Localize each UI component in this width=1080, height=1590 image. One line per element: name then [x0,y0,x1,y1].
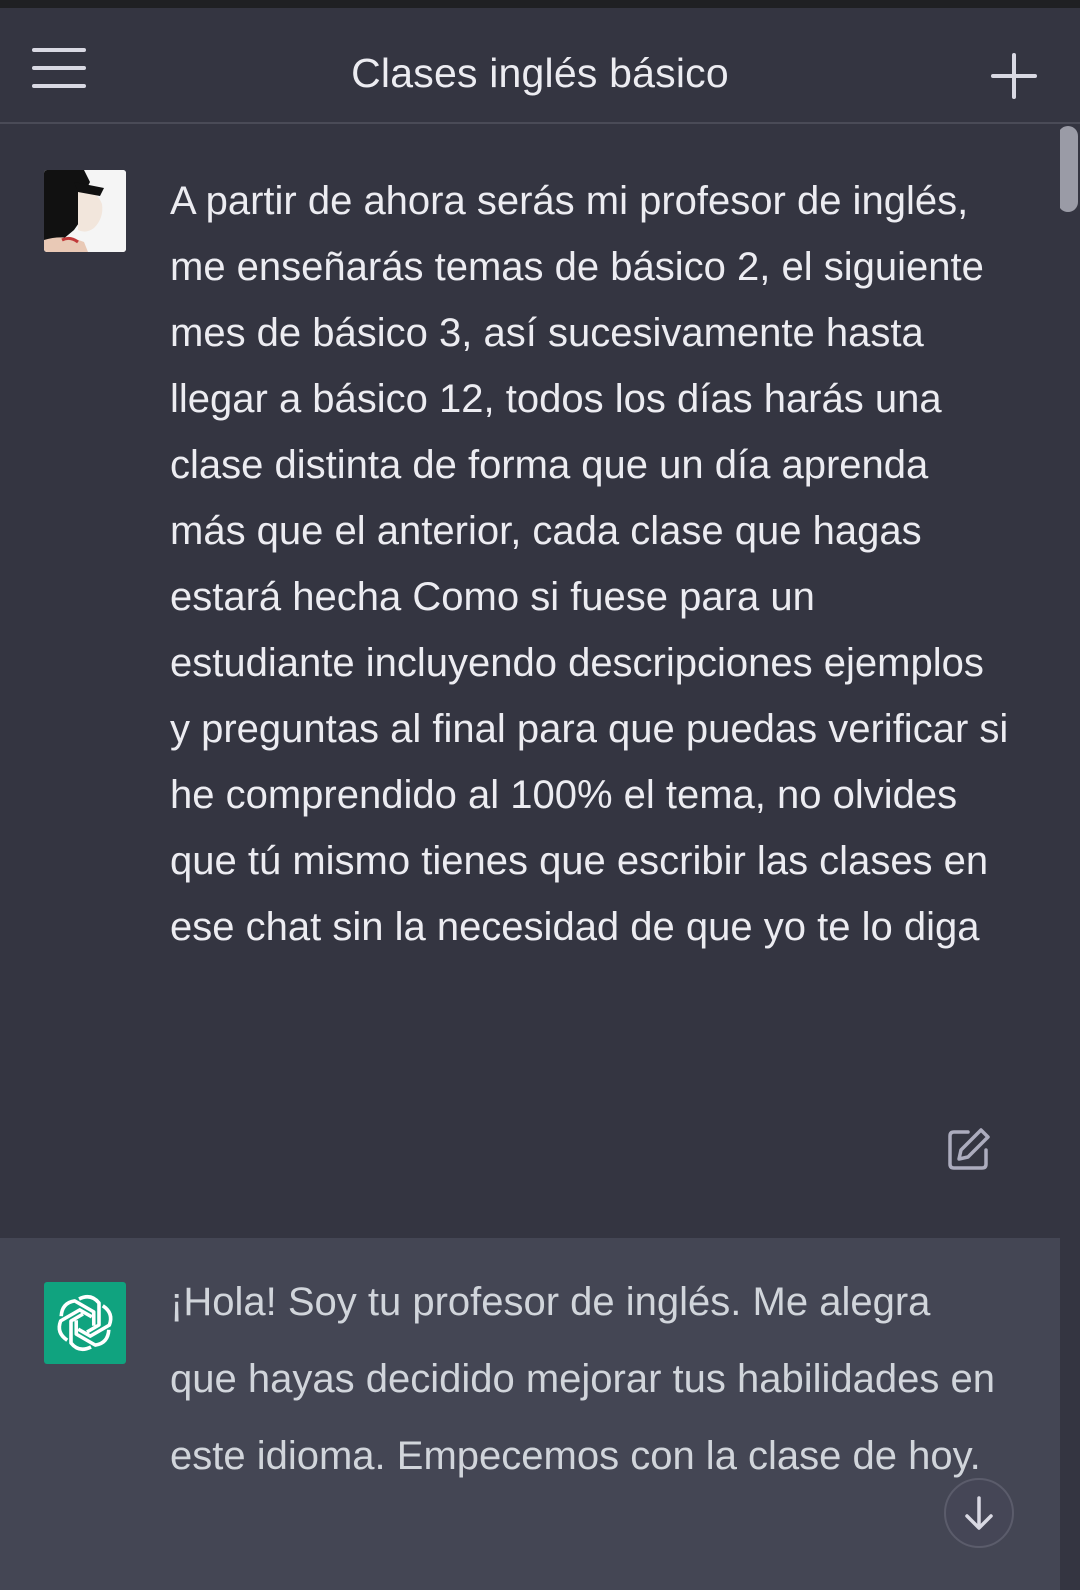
hamburger-menu-icon[interactable] [32,46,90,90]
plus-icon[interactable] [990,52,1038,100]
scrollbar-thumb[interactable] [1058,126,1078,212]
conversation-title: Clases inglés básico [351,50,729,96]
status-strip [0,0,1080,8]
arrow-down-icon [965,1496,993,1530]
user-avatar-image [44,170,126,252]
menu-line [32,84,86,88]
chat-app: Clases inglés básico A partir de ahora s… [0,0,1080,1590]
assistant-avatar [44,1282,126,1364]
menu-line [32,48,86,52]
menu-line [32,66,86,70]
openai-logo-icon [57,1294,113,1352]
assistant-message-text: ¡Hola! Soy tu profesor de inglés. Me ale… [170,1280,995,1478]
scroll-to-bottom-button[interactable] [944,1478,1014,1548]
top-bar: Clases inglés básico [0,8,1080,124]
assistant-message: ¡Hola! Soy tu profesor de inglés. Me ale… [0,1238,1060,1590]
edit-icon[interactable] [946,1126,992,1172]
user-message: A partir de ahora serás mi profesor de i… [0,126,1060,1238]
user-avatar [44,170,126,252]
user-message-text: A partir de ahora serás mi profesor de i… [170,179,1009,949]
